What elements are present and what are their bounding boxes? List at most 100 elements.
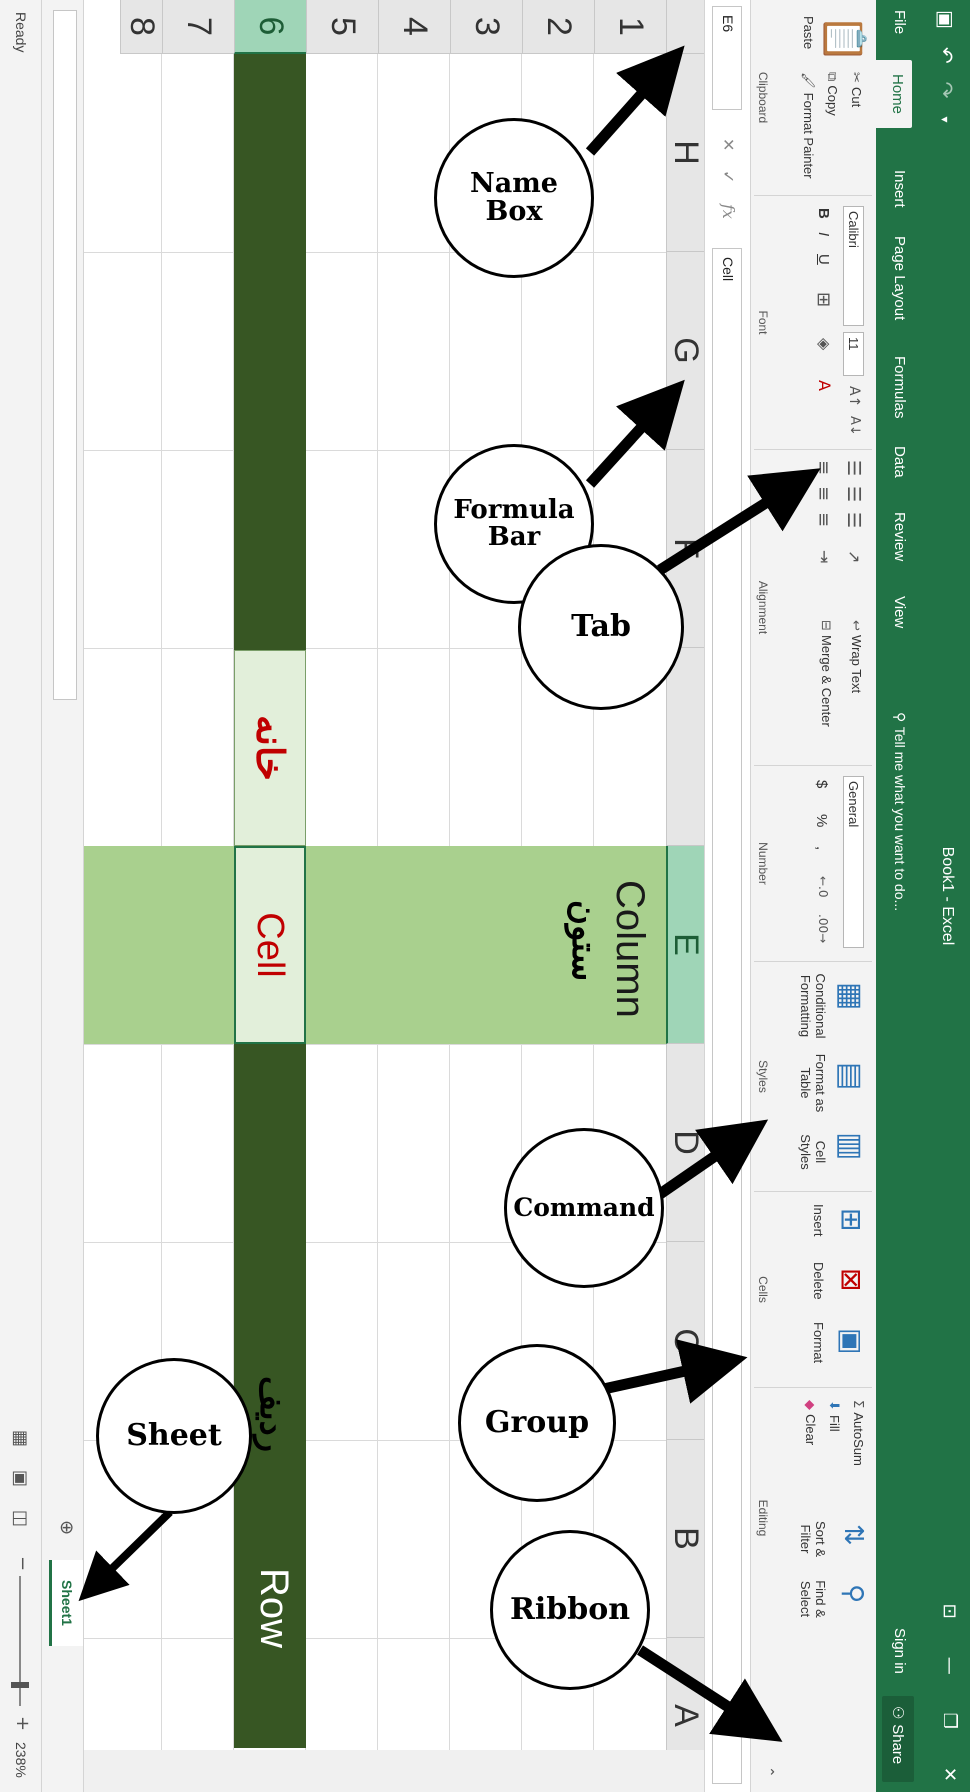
find-select-icon[interactable]: ⚲ [838,1584,868,1603]
share-button[interactable]: ⚇ Share [882,1696,914,1782]
bold-button[interactable]: B [815,208,832,219]
find-select-button[interactable]: Find & Select [798,1572,828,1626]
tab-page-layout[interactable]: Page Layout [891,236,908,320]
normal-view-icon[interactable]: ▦ [10,1430,31,1447]
row-header-1[interactable]: 1 [594,0,666,54]
orientation-icon[interactable]: ↗ [845,550,864,563]
decrease-decimal-icon[interactable]: .00→ [816,914,830,943]
clear-button[interactable]: ◆ Clear [802,1400,818,1445]
format-cells-button[interactable]: Format [811,1322,826,1363]
horizontal-scrollbar[interactable] [53,10,77,700]
vertical-scrollbar[interactable] [84,1750,704,1792]
wrap-text-button[interactable]: ↩ Wrap Text [848,620,864,693]
sign-in-link[interactable]: Sign in [891,1628,908,1674]
zoom-slider-thumb[interactable] [11,1682,29,1688]
page-layout-view-icon[interactable]: ▣ [10,1470,31,1487]
copy-button[interactable]: ⧉ Copy [824,72,840,116]
grow-font-icon[interactable]: A↑ [846,386,862,407]
insert-cells-icon[interactable]: ⊞ [835,1208,868,1231]
insert-cells-button[interactable]: Insert [811,1204,826,1237]
row-header-6[interactable]: 6 [234,0,306,54]
zoom-out-icon[interactable]: − [12,1556,33,1571]
cancel-icon[interactable]: ✕ [719,138,738,151]
font-name-select[interactable]: Calibri [843,206,864,326]
minimize-icon[interactable]: — [939,1657,960,1675]
autosum-button[interactable]: Σ AutoSum [850,1400,866,1466]
tab-home[interactable]: Home [876,60,912,129]
page-break-view-icon[interactable]: ◫ [10,1510,31,1527]
formula-input[interactable]: Cell [712,248,742,1784]
collapse-ribbon-icon[interactable]: ⌃ [760,1766,776,1778]
delete-cells-button[interactable]: Delete [811,1262,826,1300]
row-header-5[interactable]: 5 [306,0,378,54]
cut-button[interactable]: ✂ Cut [848,72,864,107]
cell-label-arabic[interactable]: خانه [234,650,306,846]
increase-decimal-icon[interactable]: ←.0 [816,876,830,898]
column-header-h[interactable]: H [666,54,705,252]
italic-button[interactable]: I [815,232,832,236]
cell-styles-icon[interactable]: ▥ [833,1132,868,1160]
bottom-align-icon[interactable]: ☰ [843,512,864,528]
sort-filter-button[interactable]: Sort & Filter [798,1512,828,1566]
format-as-table-icon[interactable]: ▤ [833,1062,868,1090]
row-header-8[interactable]: 8 [120,0,162,54]
conditional-formatting-button[interactable]: Conditional Formatting [798,968,828,1044]
font-color-icon[interactable]: A [815,380,834,391]
sheet-tab-sheet1[interactable]: Sheet1 [49,1560,83,1646]
column-header-e[interactable]: E [666,846,706,1044]
column-header-e-placeholder[interactable] [666,648,704,846]
zoom-in-icon[interactable]: + [12,1716,33,1731]
delete-cells-icon[interactable]: ⊠ [835,1268,868,1291]
middle-align-icon[interactable]: ☰ [843,486,864,502]
shrink-font-icon[interactable]: A↓ [847,416,862,436]
row-header-3[interactable]: 3 [450,0,522,54]
paste-icon[interactable]: 📋 [821,14,868,64]
cell-styles-button[interactable]: Cell Styles [798,1124,828,1180]
worksheet-grid[interactable]: خانه Cell Row رديف Column ستون H G F E D… [82,0,706,1792]
column-header-g[interactable]: G [666,252,705,450]
format-cells-icon[interactable]: ▣ [835,1328,868,1354]
fill-button[interactable]: ⬇ Fill [826,1400,842,1432]
number-format-select[interactable]: General [843,776,864,948]
tab-file[interactable]: File [891,10,908,34]
insert-function-button[interactable]: fx [719,204,738,219]
comma-button[interactable]: , [813,846,830,850]
top-align-icon[interactable]: ☰ [843,460,864,476]
enter-icon[interactable]: ✓ [719,170,738,183]
tab-view[interactable]: View [891,596,908,628]
restore-icon[interactable]: ❐ [939,1713,960,1729]
column-header-d[interactable]: D [666,1044,705,1242]
paste-button[interactable]: Paste [801,16,816,49]
new-sheet-icon[interactable]: ⊕ [56,1520,77,1535]
format-as-table-button[interactable]: Format as Table [798,1048,828,1118]
align-center-icon[interactable]: ≡ [813,486,834,501]
tab-data[interactable]: Data [891,446,908,478]
close-icon[interactable]: ✕ [939,1767,960,1782]
row-header-2[interactable]: 2 [522,0,594,54]
column-header-c[interactable]: C [666,1242,705,1440]
select-all-corner[interactable] [666,0,704,54]
sort-filter-icon[interactable]: ⇅ [838,1524,868,1546]
zoom-level[interactable]: 238% [13,1742,29,1778]
underline-button[interactable]: U [815,254,832,265]
percent-button[interactable]: % [813,814,830,827]
conditional-formatting-icon[interactable]: ▦ [833,982,868,1010]
name-box[interactable]: E6 [712,6,742,110]
ribbon-display-options-icon[interactable]: ⊡ [939,1604,960,1619]
row-header-7[interactable]: 7 [162,0,234,54]
font-size-select[interactable]: 11 [843,332,864,376]
fill-color-icon[interactable]: ◈ [815,338,834,350]
format-painter-button[interactable]: 🖌 Format Painter [800,72,816,179]
column-header-b[interactable]: B [666,1440,705,1638]
tab-insert[interactable]: Insert [891,170,908,208]
borders-icon[interactable]: ⊞ [813,292,834,307]
align-right-icon[interactable]: ≡ [813,512,834,527]
tab-formulas[interactable]: Formulas [891,356,908,419]
tab-review[interactable]: Review [891,512,908,561]
currency-button[interactable]: $ [813,780,830,788]
merge-center-button[interactable]: ⊟ Merge & Center [818,620,834,727]
align-left-icon[interactable]: ≡ [813,460,834,475]
tell-me-box[interactable]: ⚲ Tell me what you want to do... [891,712,908,911]
row-header-4[interactable]: 4 [378,0,450,54]
indent-icon[interactable]: ⇥ [815,550,834,563]
